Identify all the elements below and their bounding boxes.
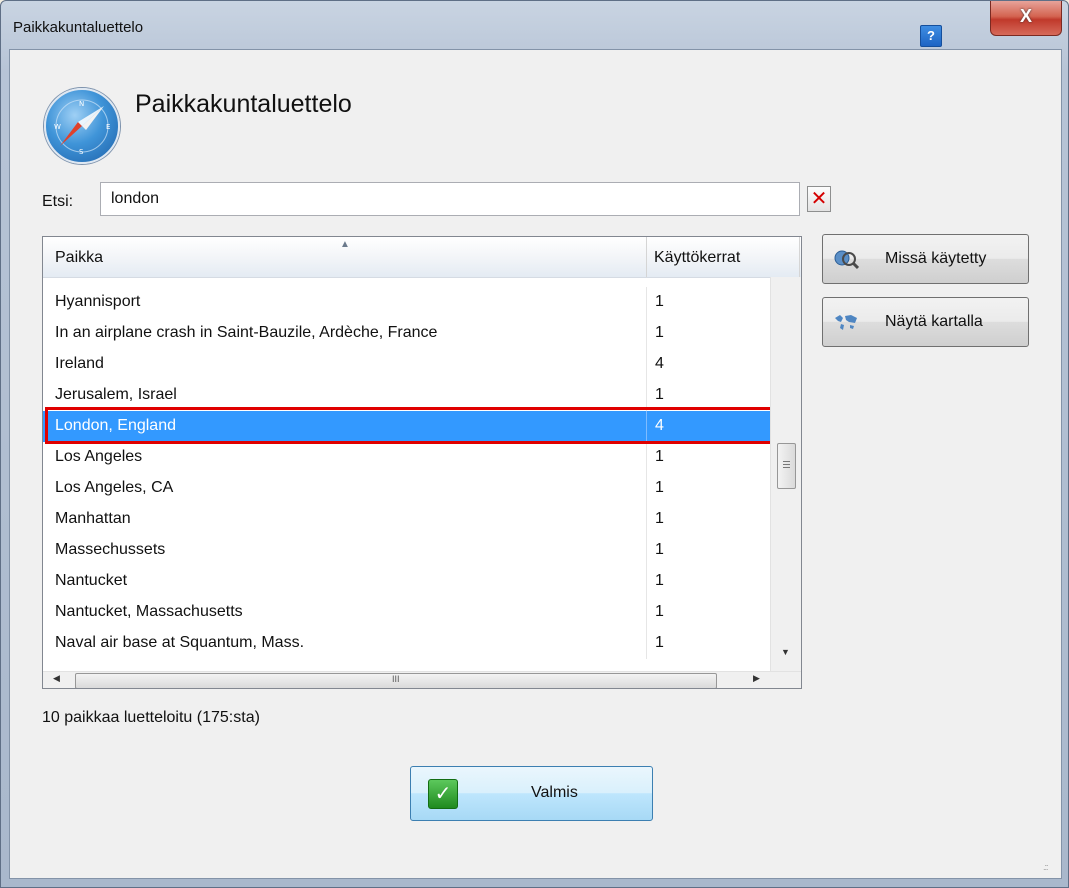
status-text: 10 paikkaa luetteloitu (175:sta) (42, 709, 260, 726)
scroll-down-arrow-icon[interactable]: ▼ (781, 647, 790, 657)
place-cell: Hyannisport (55, 293, 141, 310)
table-row[interactable]: Manhattan 1 (43, 504, 770, 535)
place-cell: Massechussets (55, 541, 166, 558)
place-cell: Manhattan (55, 510, 131, 527)
table-row[interactable]: In an airplane crash in Saint-Bauzile, A… (43, 318, 770, 349)
world-map-icon (833, 310, 859, 334)
vertical-scroll-thumb[interactable] (777, 443, 796, 489)
svg-text:N: N (79, 100, 84, 108)
places-table: Paikka ▲ Käyttökerrat Hyannisport 1 In an… (42, 236, 802, 689)
table-row[interactable]: Nantucket 1 (43, 566, 770, 597)
table-row[interactable]: Nantucket, Massachusetts 1 (43, 597, 770, 628)
table-row[interactable]: Naval air base at Squantum, Mass. 1 (43, 628, 770, 659)
where-used-button[interactable]: Missä käytetty (822, 234, 1029, 284)
help-button[interactable]: ? (920, 25, 942, 47)
sort-ascending-icon: ▲ (340, 239, 350, 250)
svg-text:E: E (106, 123, 110, 131)
vertical-scrollbar[interactable]: ▼ (770, 277, 801, 671)
table-row[interactable]: Los Angeles 1 (43, 442, 770, 473)
count-cell: 1 (655, 603, 664, 620)
column-header-count[interactable]: Käyttökerrat (654, 237, 740, 277)
place-cell: Jerusalem, Israel (55, 386, 177, 403)
column-divider[interactable] (799, 237, 800, 277)
close-icon: ✕ (810, 188, 828, 210)
place-cell: In an airplane crash in Saint-Bauzile, A… (55, 324, 438, 341)
dialog-body: N S W E Paikkakuntaluettelo Etsi: ✕ Paik… (9, 49, 1062, 879)
count-cell: 1 (655, 324, 664, 341)
column-divider[interactable] (646, 237, 647, 277)
search-label: Etsi: (42, 193, 74, 210)
table-row[interactable]: Ireland 4 (43, 349, 770, 380)
show-on-map-label: Näytä kartalla (885, 313, 983, 330)
place-cell: Los Angeles (55, 448, 143, 465)
title-bar[interactable]: Paikkakuntaluettelo ? X (1, 1, 1068, 49)
place-cell: Naval air base at Squantum, Mass. (55, 634, 305, 651)
scroll-right-arrow-icon[interactable]: ▶ (753, 673, 760, 684)
resize-grip-icon[interactable]: .:: (1043, 862, 1048, 872)
done-label: Valmis (531, 784, 578, 801)
count-cell: 1 (655, 479, 664, 496)
horizontal-scrollbar[interactable]: ◀ III ▶ (43, 671, 801, 688)
count-cell: 1 (655, 541, 664, 558)
table-row[interactable]: Hyannisport 1 (43, 287, 770, 318)
checkmark-icon: ✓ (428, 779, 458, 809)
table-row[interactable]: Massechussets 1 (43, 535, 770, 566)
count-cell: 1 (655, 448, 664, 465)
table-header: Paikka ▲ Käyttökerrat (43, 237, 801, 278)
count-cell: 4 (655, 355, 664, 372)
close-button[interactable]: X (990, 1, 1062, 36)
search-input[interactable] (100, 182, 800, 216)
where-used-label: Missä käytetty (885, 250, 987, 267)
count-cell: 1 (655, 572, 664, 589)
column-header-place[interactable]: Paikka (55, 237, 103, 277)
table-row[interactable]: Los Angeles, CA 1 (43, 473, 770, 504)
count-cell: 1 (655, 634, 664, 651)
svg-text:S: S (79, 148, 84, 156)
count-cell: 1 (655, 293, 664, 310)
place-cell: Ireland (55, 355, 104, 372)
scroll-left-arrow-icon[interactable]: ◀ (53, 673, 60, 684)
close-icon: X (1019, 6, 1032, 26)
place-cell: Nantucket (55, 572, 128, 589)
count-cell: 1 (655, 510, 664, 527)
clear-search-button[interactable]: ✕ (807, 186, 831, 212)
place-cell: Los Angeles, CA (55, 479, 174, 496)
svg-text:W: W (54, 123, 61, 131)
place-cell: Nantucket, Massachusetts (55, 603, 243, 620)
done-button[interactable]: ✓ Valmis (410, 766, 653, 821)
window-title: Paikkakuntaluettelo (13, 19, 144, 36)
compass-icon: N S W E (44, 88, 120, 164)
page-title: Paikkakuntaluettelo (135, 90, 352, 118)
search-people-icon (833, 247, 860, 271)
horizontal-scroll-thumb[interactable]: III (75, 673, 717, 688)
selection-highlight-frame (45, 407, 774, 444)
count-cell: 1 (655, 386, 664, 403)
dialog-window: Paikkakuntaluettelo ? X N S W E Paikkaku… (0, 0, 1069, 888)
show-on-map-button[interactable]: Näytä kartalla (822, 297, 1029, 347)
